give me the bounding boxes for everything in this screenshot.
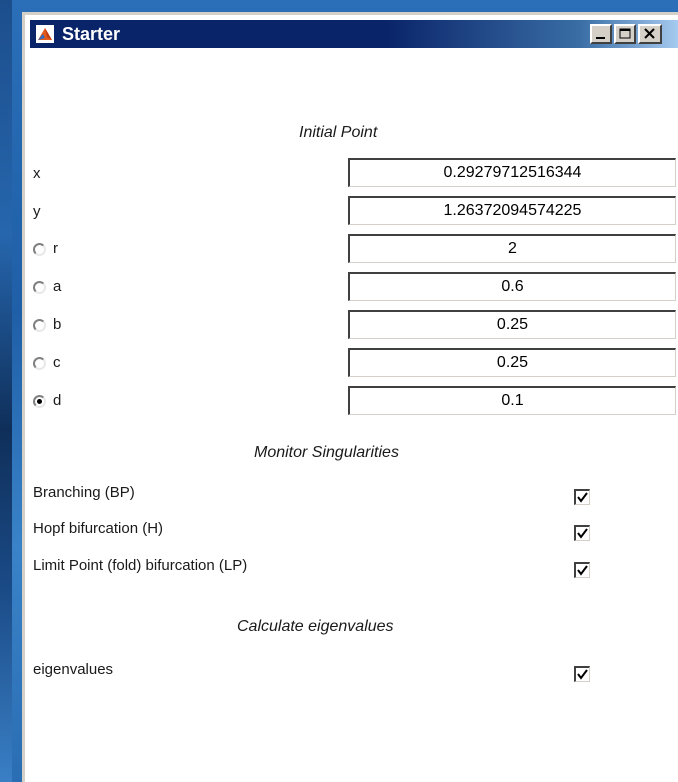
- matlab-icon: [36, 25, 54, 43]
- radio-b[interactable]: [33, 319, 46, 332]
- initial-point-heading: Initial Point: [299, 124, 378, 141]
- y-field[interactable]: [348, 196, 676, 225]
- minimize-icon: [596, 37, 605, 39]
- starter-panel: Initial Point x y r a b c d Monitor Sing…: [30, 51, 678, 782]
- close-button[interactable]: [638, 24, 662, 44]
- radio-c[interactable]: [33, 357, 46, 370]
- limit-point-label: Limit Point (fold) bifurcation (LP): [33, 557, 248, 574]
- param-label-b: b: [53, 316, 62, 333]
- hopf-checkbox[interactable]: [574, 525, 590, 541]
- x-label: x: [33, 165, 41, 182]
- radio-r[interactable]: [33, 243, 46, 256]
- y-label: y: [33, 203, 41, 220]
- limit-point-checkbox[interactable]: [574, 562, 590, 578]
- param-field-a[interactable]: [348, 272, 676, 301]
- window-title: Starter: [62, 24, 121, 44]
- check-icon: [577, 492, 588, 503]
- x-field[interactable]: [348, 158, 676, 187]
- monitor-singularities-heading: Monitor Singularities: [254, 444, 399, 461]
- radio-d[interactable]: [33, 395, 46, 408]
- param-label-d: d: [53, 392, 62, 409]
- check-icon: [577, 669, 588, 680]
- check-icon: [577, 565, 588, 576]
- desktop-background: [0, 0, 12, 782]
- starter-window: Starter Initial Point x y r: [22, 12, 678, 782]
- eigenvalues-label: eigenvalues: [33, 661, 114, 678]
- branching-label: Branching (BP): [33, 484, 135, 501]
- param-field-b[interactable]: [348, 310, 676, 339]
- hopf-label: Hopf bifurcation (H): [33, 520, 164, 537]
- close-icon: [644, 28, 655, 39]
- minimize-button[interactable]: [590, 24, 612, 44]
- param-label-r: r: [53, 240, 58, 257]
- branching-checkbox[interactable]: [574, 489, 590, 505]
- param-label-c: c: [53, 354, 61, 371]
- param-label-a: a: [53, 278, 62, 295]
- radio-a[interactable]: [33, 281, 46, 294]
- title-bar[interactable]: Starter: [30, 20, 678, 48]
- eigenvalues-checkbox[interactable]: [574, 666, 590, 682]
- param-field-r[interactable]: [348, 234, 676, 263]
- maximize-button[interactable]: [614, 24, 636, 44]
- calculate-eigenvalues-heading: Calculate eigenvalues: [237, 618, 394, 635]
- param-field-d[interactable]: [348, 386, 676, 415]
- check-icon: [577, 528, 588, 539]
- maximize-icon: [619, 28, 631, 39]
- param-field-c[interactable]: [348, 348, 676, 377]
